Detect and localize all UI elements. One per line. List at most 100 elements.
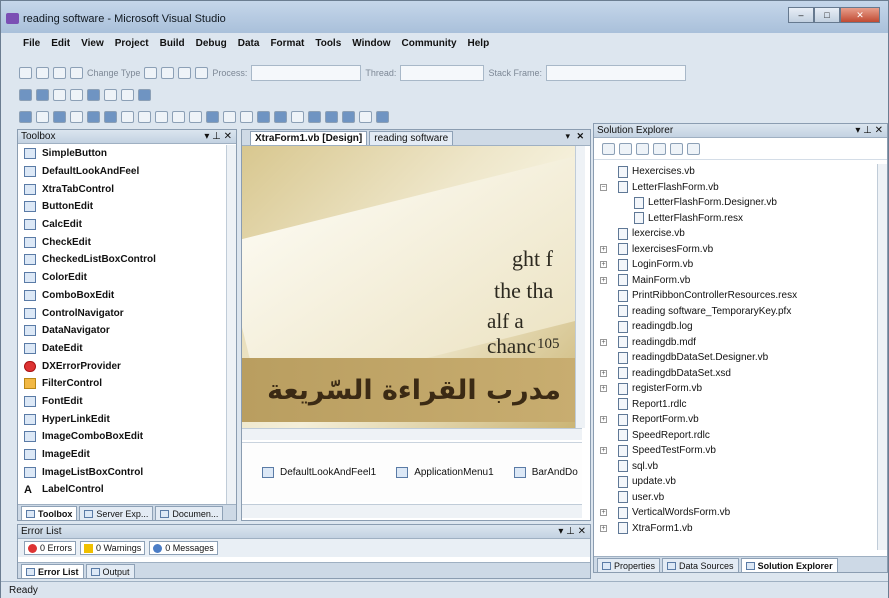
properties-icon[interactable] (602, 142, 615, 155)
toolbar-icon[interactable] (53, 67, 66, 79)
stack-frame-combo[interactable] (545, 65, 686, 81)
solution-item[interactable]: + MainForm.vb (594, 273, 874, 289)
tab-output[interactable]: Output (85, 564, 135, 578)
toolbar-icon[interactable] (240, 111, 253, 123)
tree-expander-icon[interactable]: + (600, 509, 607, 517)
toolbar-icon[interactable] (19, 89, 32, 101)
toolbar-icon[interactable] (53, 111, 66, 123)
view-code-icon[interactable] (653, 142, 666, 155)
tab-toolbox[interactable]: Toolbox (21, 506, 78, 520)
toolbox-item[interactable]: ImageEdit (18, 446, 226, 464)
menu-edit[interactable]: Edit (51, 38, 70, 56)
menu-file[interactable]: File (23, 38, 40, 56)
solution-pane-buttons[interactable]: ▾ ⊥ ✕ (855, 124, 883, 138)
save-all-icon[interactable] (104, 111, 117, 123)
cut-icon[interactable] (121, 111, 134, 123)
toolbar-icon[interactable] (359, 111, 372, 123)
solution-item[interactable]: readingdb.log (594, 319, 874, 335)
toolbox-item[interactable]: ImageListBoxControl (18, 463, 226, 481)
solution-item[interactable]: + readingdbDataSet.xsd (594, 366, 874, 382)
toolbox-item[interactable]: ImageComboBoxEdit (18, 428, 226, 446)
toolbox-item[interactable]: XtraTabControl (18, 180, 226, 198)
close-button[interactable]: ✕ (840, 7, 880, 23)
toolbar-icon[interactable] (121, 89, 134, 101)
toolbox-item[interactable]: SimpleButton (18, 145, 226, 163)
toolbar-icon[interactable] (161, 67, 175, 79)
toolbar-icon[interactable] (19, 111, 32, 123)
toolbar-icon[interactable] (19, 67, 32, 79)
menu-project[interactable]: Project (115, 38, 149, 56)
toolbar-icon[interactable] (70, 89, 83, 101)
solution-item[interactable]: LetterFlashForm.resx (594, 211, 874, 227)
tree-expander-icon[interactable]: + (600, 524, 607, 532)
component-defaultlookandfeel[interactable]: DefaultLookAndFeel1 (262, 467, 376, 478)
toolbar-icon[interactable] (274, 111, 287, 123)
menu-tools[interactable]: Tools (315, 38, 341, 56)
tree-expander-icon[interactable]: + (600, 416, 607, 424)
redo-icon[interactable] (189, 111, 202, 123)
toolbar-icon[interactable] (291, 111, 304, 123)
view-designer-icon[interactable] (670, 142, 683, 155)
toolbox-item[interactable]: CalcEdit (18, 216, 226, 234)
solution-item[interactable]: reading software_TemporaryKey.pfx (594, 304, 874, 320)
tray-horizontal-scrollbar[interactable] (242, 504, 582, 518)
toolbox-item[interactable]: FilterControl (18, 375, 226, 393)
toolbox-item[interactable]: FontEdit (18, 393, 226, 411)
component-barmanager[interactable]: BarAndDo (513, 467, 578, 478)
toolbar-icon[interactable] (325, 111, 338, 123)
toolbox-item[interactable]: ControlNavigator (18, 304, 226, 322)
toolbox-item[interactable]: ComboBoxEdit (18, 287, 226, 305)
solution-item[interactable]: SpeedReport.rdlc (594, 428, 874, 444)
error-list-pane-buttons[interactable]: ▾ ⊥ ✕ (558, 525, 586, 539)
toolbar-icon[interactable] (342, 111, 355, 123)
tab-xtraform-design[interactable]: XtraForm1.vb [Design] (250, 131, 368, 145)
toolbox-scrollbar[interactable] (226, 145, 236, 505)
toolbar-icon[interactable] (195, 67, 209, 79)
toolbox-item[interactable]: DXErrorProvider (18, 357, 226, 375)
toolbox-item[interactable]: ColorEdit (18, 269, 226, 287)
class-diagram-icon[interactable] (687, 142, 700, 155)
form-design-surface[interactable]: ght f the tha alf a chanc 105 مدرب القرا… (242, 146, 575, 428)
solution-item[interactable]: + lexercisesForm.vb (594, 242, 874, 258)
toolbar-icon[interactable] (36, 67, 49, 79)
save-icon[interactable] (87, 111, 100, 123)
solution-item[interactable]: + SpeedTestForm.vb (594, 443, 874, 459)
solution-item[interactable]: + XtraForm1.vb (594, 521, 874, 537)
solution-item[interactable]: update.vb (594, 474, 874, 490)
toolbox-item[interactable]: CheckEdit (18, 233, 226, 251)
solution-item[interactable]: − LetterFlashForm.vb (594, 180, 874, 196)
tab-solution-explorer[interactable]: Solution Explorer (740, 558, 838, 572)
solution-item[interactable]: + ReportForm.vb (594, 412, 874, 428)
solution-item[interactable]: Hexercises.vb (594, 164, 874, 180)
menu-community[interactable]: Community (402, 38, 457, 56)
component-applicationmenu[interactable]: ApplicationMenu1 (396, 467, 494, 478)
solution-item[interactable]: sql.vb (594, 459, 874, 475)
tree-expander-icon[interactable]: + (600, 338, 607, 346)
tree-expander-icon[interactable]: + (600, 369, 607, 377)
start-debug-icon[interactable] (206, 111, 219, 123)
toolbar-icon[interactable] (376, 111, 389, 123)
solution-item[interactable]: lexercise.vb (594, 226, 874, 242)
solution-item[interactable]: Report1.rdlc (594, 397, 874, 413)
toolbar-icon[interactable] (308, 111, 321, 123)
change-type-button[interactable]: Change Type (87, 68, 140, 78)
tab-reading-software[interactable]: reading software (369, 131, 454, 145)
show-all-files-icon[interactable] (619, 142, 632, 155)
thread-combo[interactable] (400, 65, 485, 81)
tab-data-sources[interactable]: Data Sources (662, 558, 739, 572)
solution-item[interactable]: + readingdb.mdf (594, 335, 874, 351)
tree-expander-icon[interactable]: + (600, 261, 607, 269)
tree-expander-icon[interactable]: + (600, 447, 607, 455)
toolbox-item[interactable]: DefaultLookAndFeel (18, 163, 226, 181)
menu-view[interactable]: View (81, 38, 104, 56)
solution-item[interactable]: + LoginForm.vb (594, 257, 874, 273)
tree-expander-icon[interactable]: + (600, 245, 607, 253)
toolbox-item[interactable]: ButtonEdit (18, 198, 226, 216)
tab-list-dropdown[interactable]: ▾ (565, 131, 570, 142)
toolbar-icon[interactable] (53, 89, 66, 101)
solution-item[interactable]: readingdbDataSet.Designer.vb (594, 350, 874, 366)
paste-icon[interactable] (155, 111, 168, 123)
toolbar-icon[interactable] (87, 89, 100, 101)
tree-expander-icon[interactable]: + (600, 385, 607, 393)
warnings-filter-button[interactable]: 0 Warnings (80, 541, 146, 555)
